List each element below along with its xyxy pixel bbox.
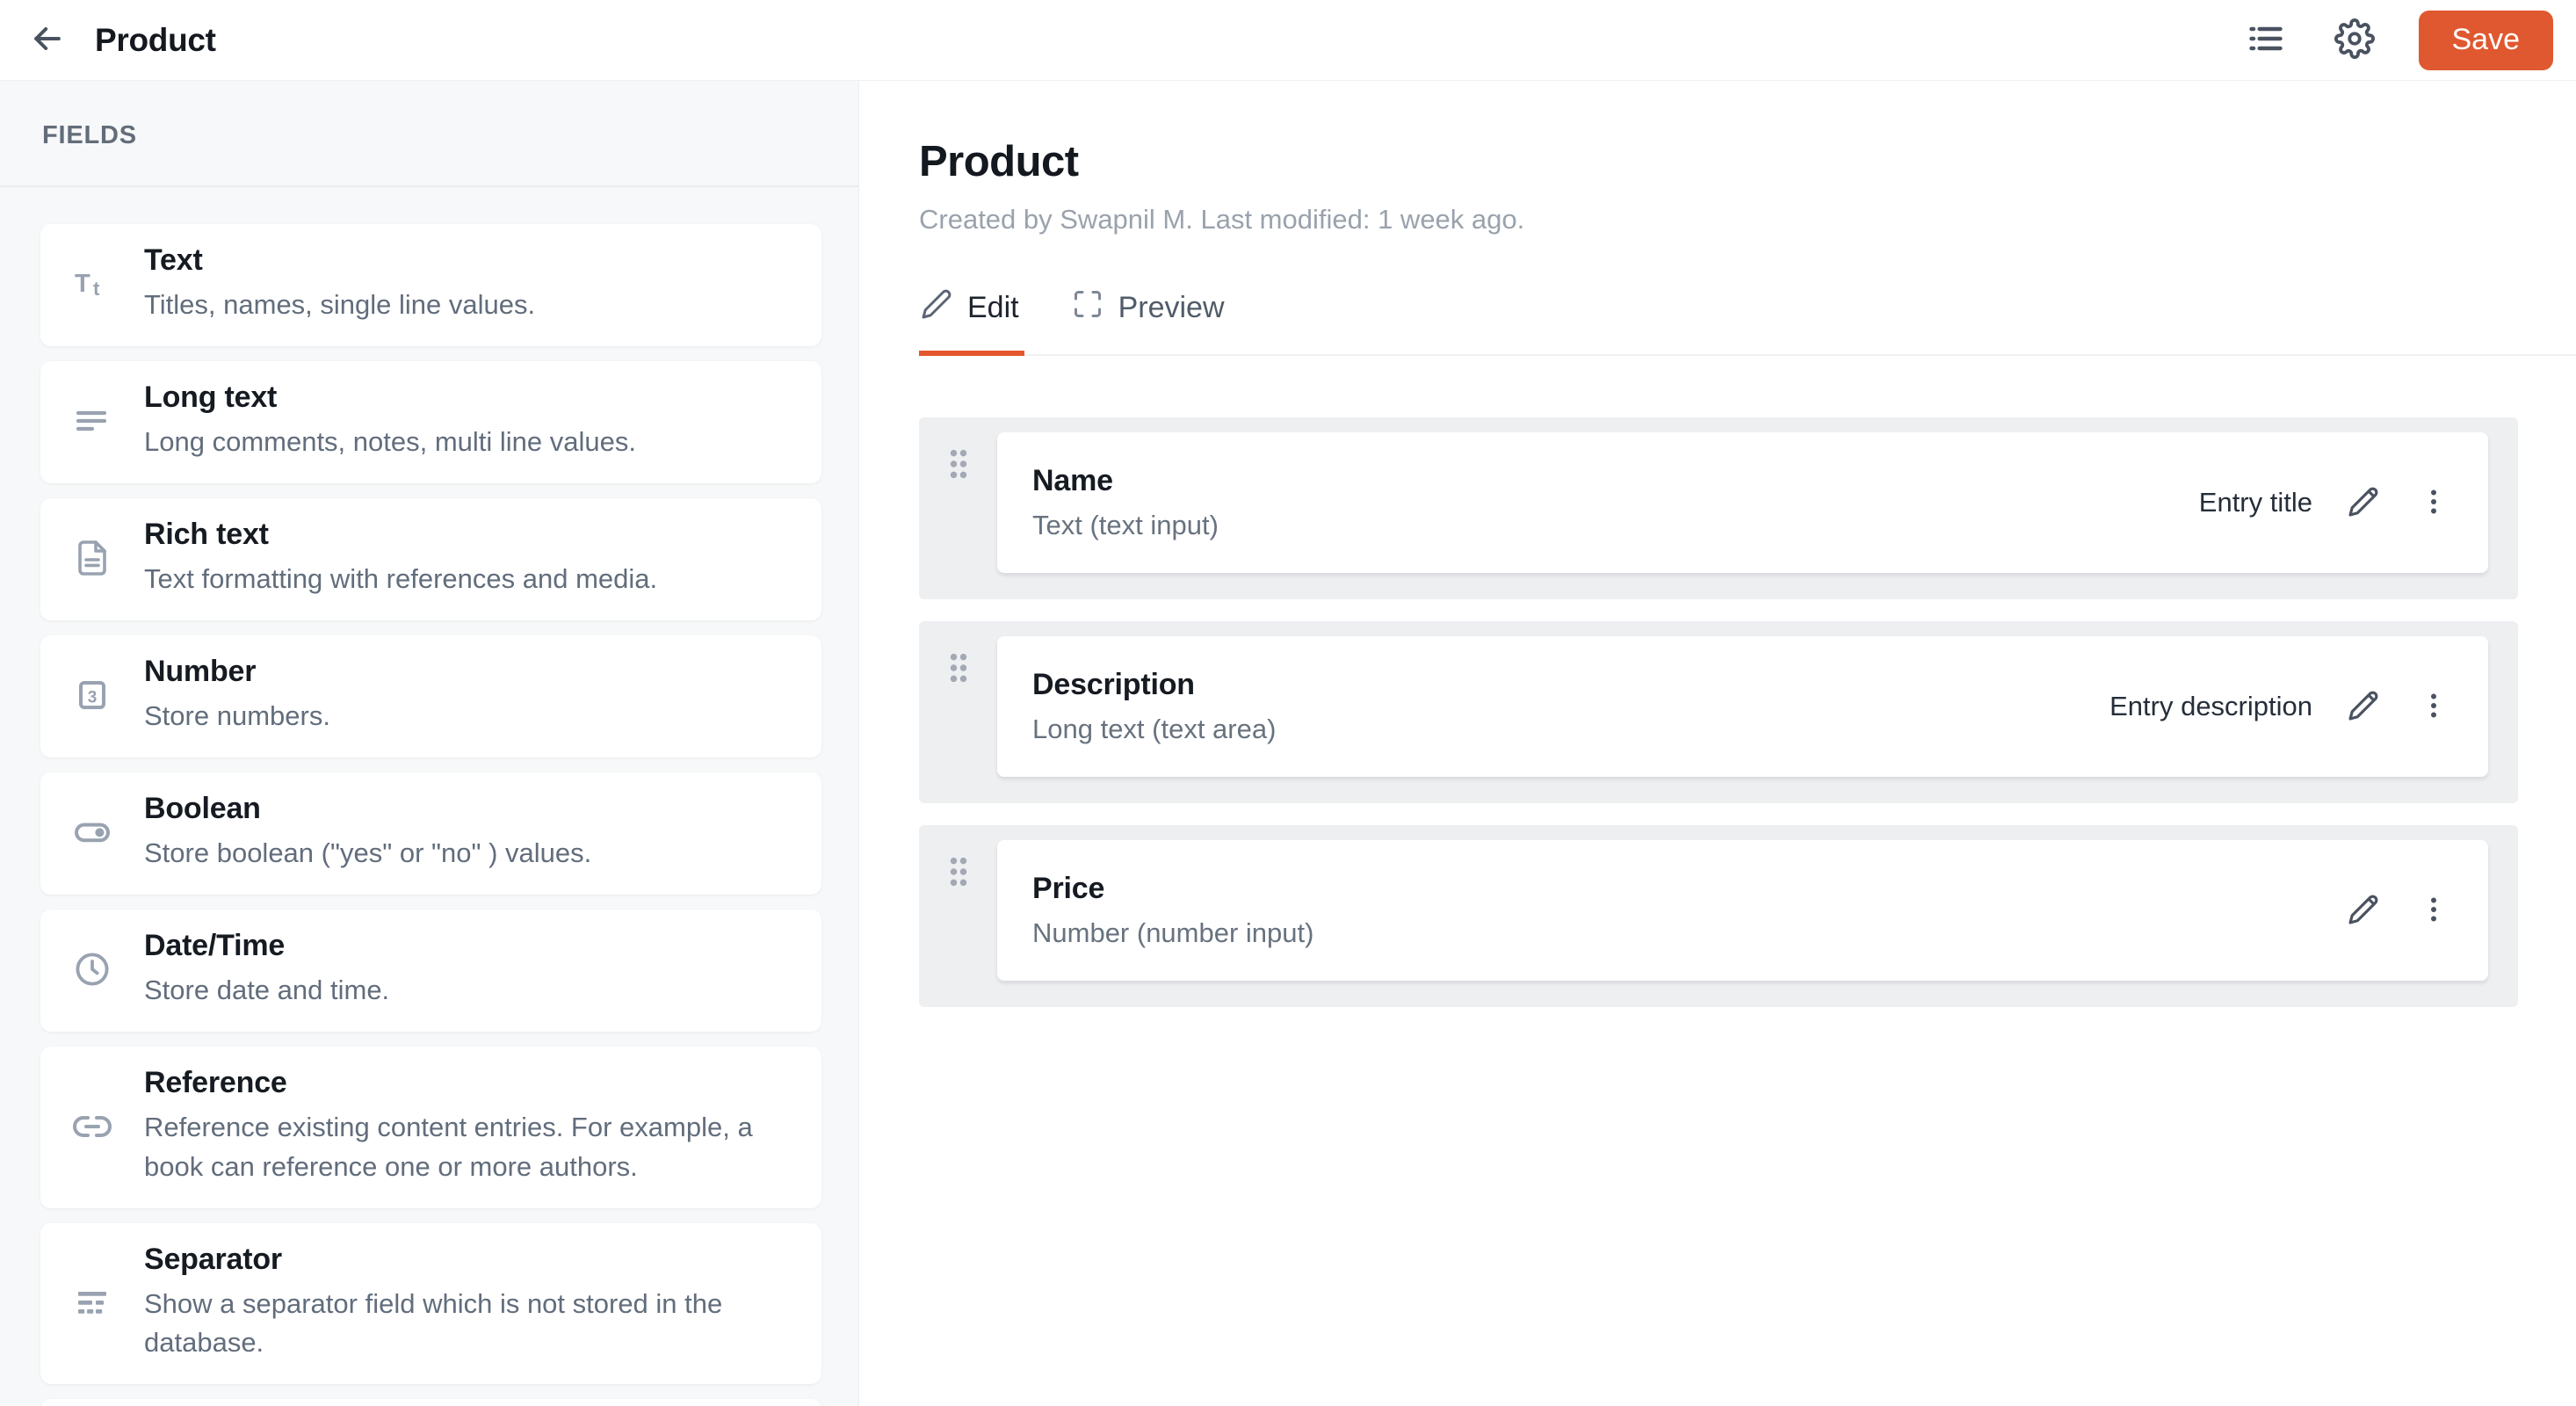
content-list-button[interactable] — [2241, 14, 2290, 66]
entry-mapping-badge: Entry description — [2109, 691, 2312, 721]
field-type-name: Long text — [144, 380, 278, 414]
field-type-card[interactable]: Rich text Text formatting with reference… — [40, 497, 821, 620]
gear-icon — [2334, 18, 2375, 62]
field-type-name: Text — [144, 243, 203, 277]
field-type-name: Number — [144, 654, 257, 688]
field-type-card[interactable]: Tt Text Titles, names, single line value… — [40, 224, 821, 346]
list-icon — [2247, 19, 2285, 61]
svg-text:T: T — [75, 270, 90, 298]
field-type-name: Separator — [144, 1242, 282, 1276]
field-type-card[interactable]: Boolean Store boolean ("yes" or "no" ) v… — [40, 772, 821, 895]
field-name: Description — [1032, 668, 1195, 701]
kebab-menu-icon — [2418, 894, 2449, 928]
fields-header: FIELDS — [0, 81, 858, 187]
topbar: Product Save — [0, 0, 2576, 81]
field-menu-button[interactable] — [2414, 890, 2453, 931]
page-title: Product — [919, 138, 1079, 185]
field-type-label: Number (number input) — [1032, 917, 1314, 948]
fields-sidebar: FIELDS Tt Text Titles, names, single lin… — [0, 81, 859, 1406]
pencil-icon — [2348, 486, 2379, 520]
field-row: Price Number (number input) — [919, 825, 2518, 1007]
field-card: Name Text (text input) Entry title — [997, 432, 2488, 573]
number-icon: 3 — [40, 674, 144, 716]
datetime-icon — [40, 948, 144, 990]
arrow-left-icon — [28, 19, 67, 61]
settings-button[interactable] — [2329, 13, 2380, 67]
edit-field-button[interactable] — [2344, 686, 2383, 728]
long-text-icon — [40, 400, 144, 442]
field-type-description: Store date and time. — [144, 974, 390, 1005]
kebab-menu-icon — [2418, 690, 2449, 724]
drag-handle[interactable] — [939, 645, 978, 693]
field-row: Name Text (text input) Entry title — [919, 417, 2518, 599]
field-type-description: Reference existing content entries. For … — [144, 1111, 753, 1182]
field-row: Description Long text (text area) Entry … — [919, 621, 2518, 803]
back-button[interactable] — [23, 16, 72, 65]
tab-preview[interactable]: Preview — [1070, 285, 1230, 356]
field-card: Description Long text (text area) Entry … — [997, 636, 2488, 777]
pencil-icon — [2348, 690, 2379, 724]
field-type-description: Text formatting with references and medi… — [144, 562, 658, 594]
field-type-description: Store numbers. — [144, 699, 330, 731]
reference-icon — [40, 1105, 144, 1148]
field-name: Price — [1032, 872, 1105, 905]
field-type-label: Text (text input) — [1032, 510, 1219, 540]
pencil-icon — [921, 288, 952, 328]
field-menu-button[interactable] — [2414, 686, 2453, 728]
field-type-card[interactable]: 3 Number Store numbers. — [40, 634, 821, 757]
content-type-editor: Product Created by Swapnil M. Last modif… — [859, 81, 2576, 1406]
tab-edit[interactable]: Edit — [919, 285, 1024, 356]
save-button[interactable]: Save — [2418, 10, 2553, 70]
field-type-name: Boolean — [144, 791, 261, 825]
field-type-card[interactable]: Long text Long comments, notes, multi li… — [40, 360, 821, 483]
boolean-icon — [40, 811, 144, 853]
pencil-icon — [2348, 894, 2379, 928]
tab-bar: Edit Preview — [919, 285, 2576, 356]
text-icon: Tt — [40, 263, 144, 305]
field-type-name: Rich text — [144, 517, 269, 551]
field-type-name: Reference — [144, 1065, 287, 1099]
svg-text:t: t — [93, 278, 100, 300]
field-type-name: Date/Time — [144, 928, 286, 962]
edit-field-button[interactable] — [2344, 890, 2383, 931]
model-field-list: Name Text (text input) Entry title Descr… — [919, 417, 2518, 1007]
field-type-card[interactable]: Date/Time Store date and time. — [40, 909, 821, 1032]
drag-handle[interactable] — [939, 849, 978, 897]
separator-icon — [40, 1281, 144, 1323]
kebab-menu-icon — [2418, 486, 2449, 520]
field-type-description: Long comments, notes, multi line values. — [144, 425, 636, 457]
field-type-label: Long text (text area) — [1032, 714, 1277, 744]
maximize-icon — [1072, 288, 1103, 328]
field-type-card[interactable]: Separator Show a separator field which i… — [40, 1222, 821, 1385]
field-type-card[interactable]: Object Store nested data structures. — [40, 1399, 821, 1406]
page-meta: Created by Swapnil M. Last modified: 1 w… — [919, 204, 1525, 235]
edit-field-button[interactable] — [2344, 482, 2383, 524]
field-type-card[interactable]: Reference Reference existing content ent… — [40, 1046, 821, 1208]
field-name: Name — [1032, 464, 1113, 497]
entry-mapping-badge: Entry title — [2198, 487, 2312, 518]
field-card: Price Number (number input) — [997, 840, 2488, 981]
svg-text:3: 3 — [88, 689, 98, 707]
field-type-description: Titles, names, single line values. — [144, 289, 536, 320]
field-type-description: Store boolean ("yes" or "no" ) values. — [144, 837, 592, 868]
field-type-list: Tt Text Titles, names, single line value… — [0, 187, 858, 1406]
field-type-description: Show a separator field which is not stor… — [144, 1287, 723, 1359]
rich-text-icon — [40, 537, 144, 579]
field-menu-button[interactable] — [2414, 482, 2453, 524]
window-title: Product — [95, 21, 216, 58]
drag-handle[interactable] — [939, 441, 978, 489]
topbar-actions: Save — [2241, 10, 2553, 70]
